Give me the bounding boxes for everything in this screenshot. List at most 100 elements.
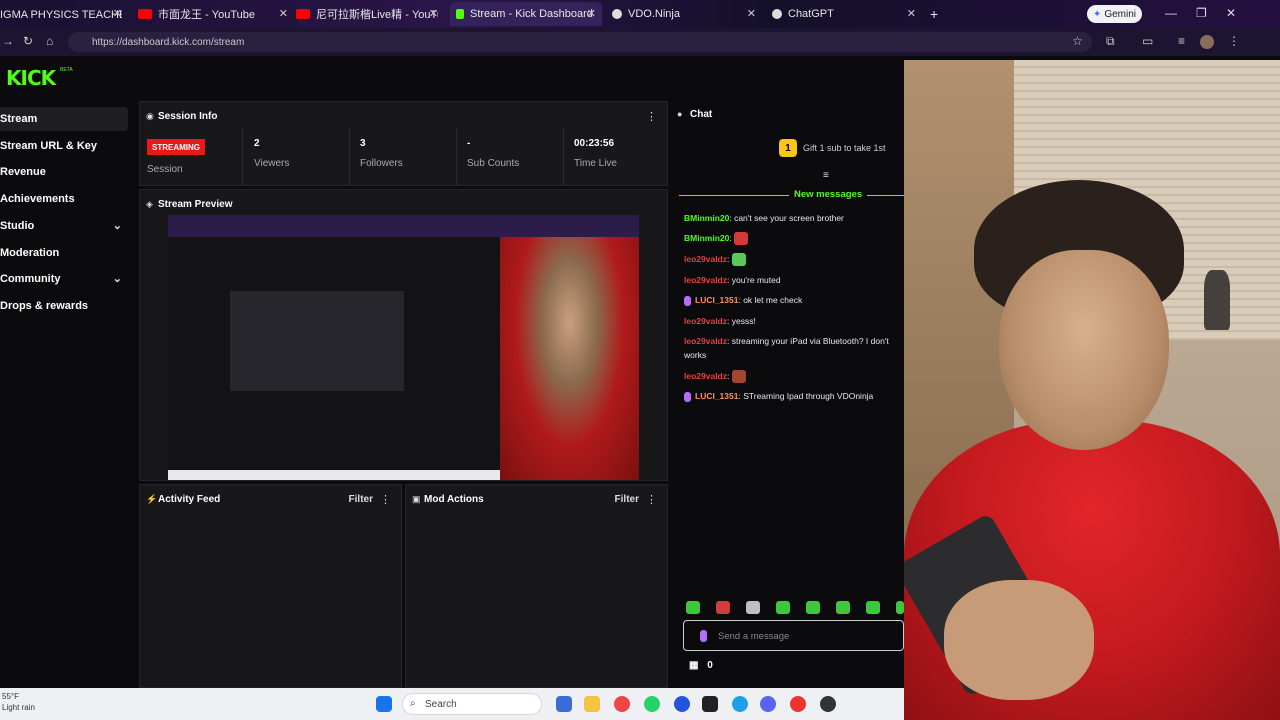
chat-input[interactable]: Send a message [683,620,904,651]
sidebar-item-stream[interactable]: Stream [0,107,128,131]
chat-username[interactable]: leo29valdz [684,275,727,285]
filter-lines-icon[interactable]: ≡ [823,170,829,181]
chevron-down-icon: ⌄ [112,220,122,232]
taskbar-search[interactable]: ⌕ Search [402,693,542,715]
browser-tab[interactable]: VDO.Ninja ✕ [612,2,756,26]
emote-button[interactable] [746,601,760,614]
cast-icon[interactable]: ▭ [1142,34,1153,48]
face [999,250,1169,450]
close-icon[interactable]: ✕ [279,7,288,20]
minimize-icon[interactable]: — [1165,6,1177,20]
sidebar-item-label: Moderation [0,247,60,259]
stat-value: 00:23:56 [574,138,615,149]
stream-preview-video[interactable] [168,215,639,480]
edge-icon[interactable] [732,696,748,712]
chat-username[interactable]: leo29valdz [684,316,727,326]
discord-icon[interactable] [760,696,776,712]
chat-username[interactable]: leo29valdz [684,254,727,264]
url-field[interactable]: https://dashboard.kick.com/stream [68,32,1092,52]
browser-tab-bar: IGMA PHYSICS TEACHER 🎓 | ✕ 市面龙王 - YouTub… [0,0,1280,28]
gemini-button[interactable]: ✦ Gemini [1087,5,1142,23]
menu-icon[interactable]: ≡ [1178,34,1185,48]
stat-value: 2 [254,138,260,149]
chat-username[interactable]: BMinmin20 [684,213,729,223]
chat-message: BMinmin20: can't see your screen brother [684,211,904,225]
mic-icon[interactable] [700,630,707,642]
close-icon[interactable]: ✕ [113,7,122,20]
close-icon[interactable]: ✕ [907,7,916,20]
window-close-icon[interactable]: ✕ [1226,6,1236,20]
emote-button[interactable] [866,601,880,614]
app-icon[interactable] [702,696,718,712]
search-label: Search [425,698,457,710]
sidebar-item-revenue[interactable]: Revenue [0,160,128,184]
chat-username[interactable]: BMinmin20 [684,233,729,243]
browser-tab[interactable]: IGMA PHYSICS TEACHER 🎓 | ✕ [0,2,122,26]
tab-label: Stream - Kick Dashboard [470,8,593,20]
chrome-icon[interactable] [614,696,630,712]
chat-username[interactable]: LUCI_1351 [695,295,738,305]
emote-button[interactable] [716,601,730,614]
url-text: https://dashboard.kick.com/stream [92,36,245,48]
app-icon[interactable] [674,696,690,712]
sidebar-item-label: Drops & rewards [0,300,89,312]
sidebar-item-drops-rewards[interactable]: Drops & rewards [0,294,128,318]
youtube-music-icon[interactable] [790,696,806,712]
stat-label: Viewers [254,158,290,169]
maximize-icon[interactable]: ❐ [1196,6,1207,20]
emote-button[interactable] [896,601,904,614]
kick-logo[interactable]: KICK [6,66,56,90]
close-icon[interactable]: ✕ [587,7,596,20]
sidebar-item-moderation[interactable]: Moderation [0,241,128,265]
session-stat: 00:23:56 Time Live [574,138,617,169]
chat-username[interactable]: LUCI_1351 [695,391,738,401]
emote-button[interactable] [776,601,790,614]
whatsapp-icon[interactable] [644,696,660,712]
bookmark-star-icon[interactable]: ☆ [1072,34,1083,48]
home-icon[interactable]: ⌂ [46,34,53,48]
lamp [1204,270,1230,330]
kebab-menu-icon[interactable]: ⋮ [646,110,657,123]
filter-button[interactable]: Filter [615,494,639,505]
obs-icon[interactable] [820,696,836,712]
chat-username[interactable]: leo29valdz [684,336,727,346]
gift-sub-banner[interactable]: 1 Gift 1 sub to take 1st [779,139,886,157]
kebab-menu-icon[interactable]: ⋮ [380,493,391,506]
browser-tab[interactable]: 市面龙王 - YouTube ✕ [138,2,288,26]
sidebar-item-community[interactable]: Community ⌄ [0,267,128,291]
hand [944,580,1094,700]
browser-tab[interactable]: 尼可拉斯楷Live精 - YouTube ✕ [296,2,438,26]
kebab-menu-icon[interactable]: ⋮ [646,493,657,506]
emote-button[interactable] [806,601,820,614]
tab-label: VDO.Ninja [628,8,680,20]
close-icon[interactable]: ✕ [747,7,756,20]
weather-widget[interactable]: 55°F Light rain [2,691,35,713]
emote-button[interactable] [686,601,700,614]
sidebar-item-achievements[interactable]: Achievements [0,187,128,211]
temperature: 55°F [2,692,19,701]
profile-avatar[interactable] [1200,35,1214,49]
chat-username[interactable]: leo29valdz [684,371,727,381]
session-stat: 2 Viewers [254,138,289,169]
panel-title: Session Info [158,111,218,122]
file-explorer-icon[interactable] [584,696,600,712]
browser-tab-active[interactable]: Stream - Kick Dashboard ✕ [450,2,602,26]
divider [456,128,457,186]
preview-taskbar [168,470,500,480]
reload-icon[interactable]: ↻ [23,34,33,48]
calculator-icon[interactable] [556,696,572,712]
forward-icon[interactable]: → [2,34,14,48]
new-tab-button[interactable]: + [930,2,942,26]
extensions-icon[interactable]: ⧉ [1106,34,1115,49]
sidebar-item-label: Stream [0,113,38,125]
chest-counter[interactable]: ▦ 0 [689,660,713,671]
windows-start-icon[interactable] [376,696,392,712]
browser-tab[interactable]: ChatGPT ✕ [772,2,916,26]
emote-button[interactable] [836,601,850,614]
filter-button[interactable]: Filter [349,494,373,505]
sidebar-item-studio[interactable]: Studio ⌄ [0,214,128,238]
kebab-menu-icon[interactable]: ⋮ [1228,34,1240,48]
sidebar-item-stream-url-key[interactable]: Stream URL & Key [0,134,128,158]
gift-rank-badge: 1 [779,139,797,157]
close-icon[interactable]: ✕ [429,7,438,20]
